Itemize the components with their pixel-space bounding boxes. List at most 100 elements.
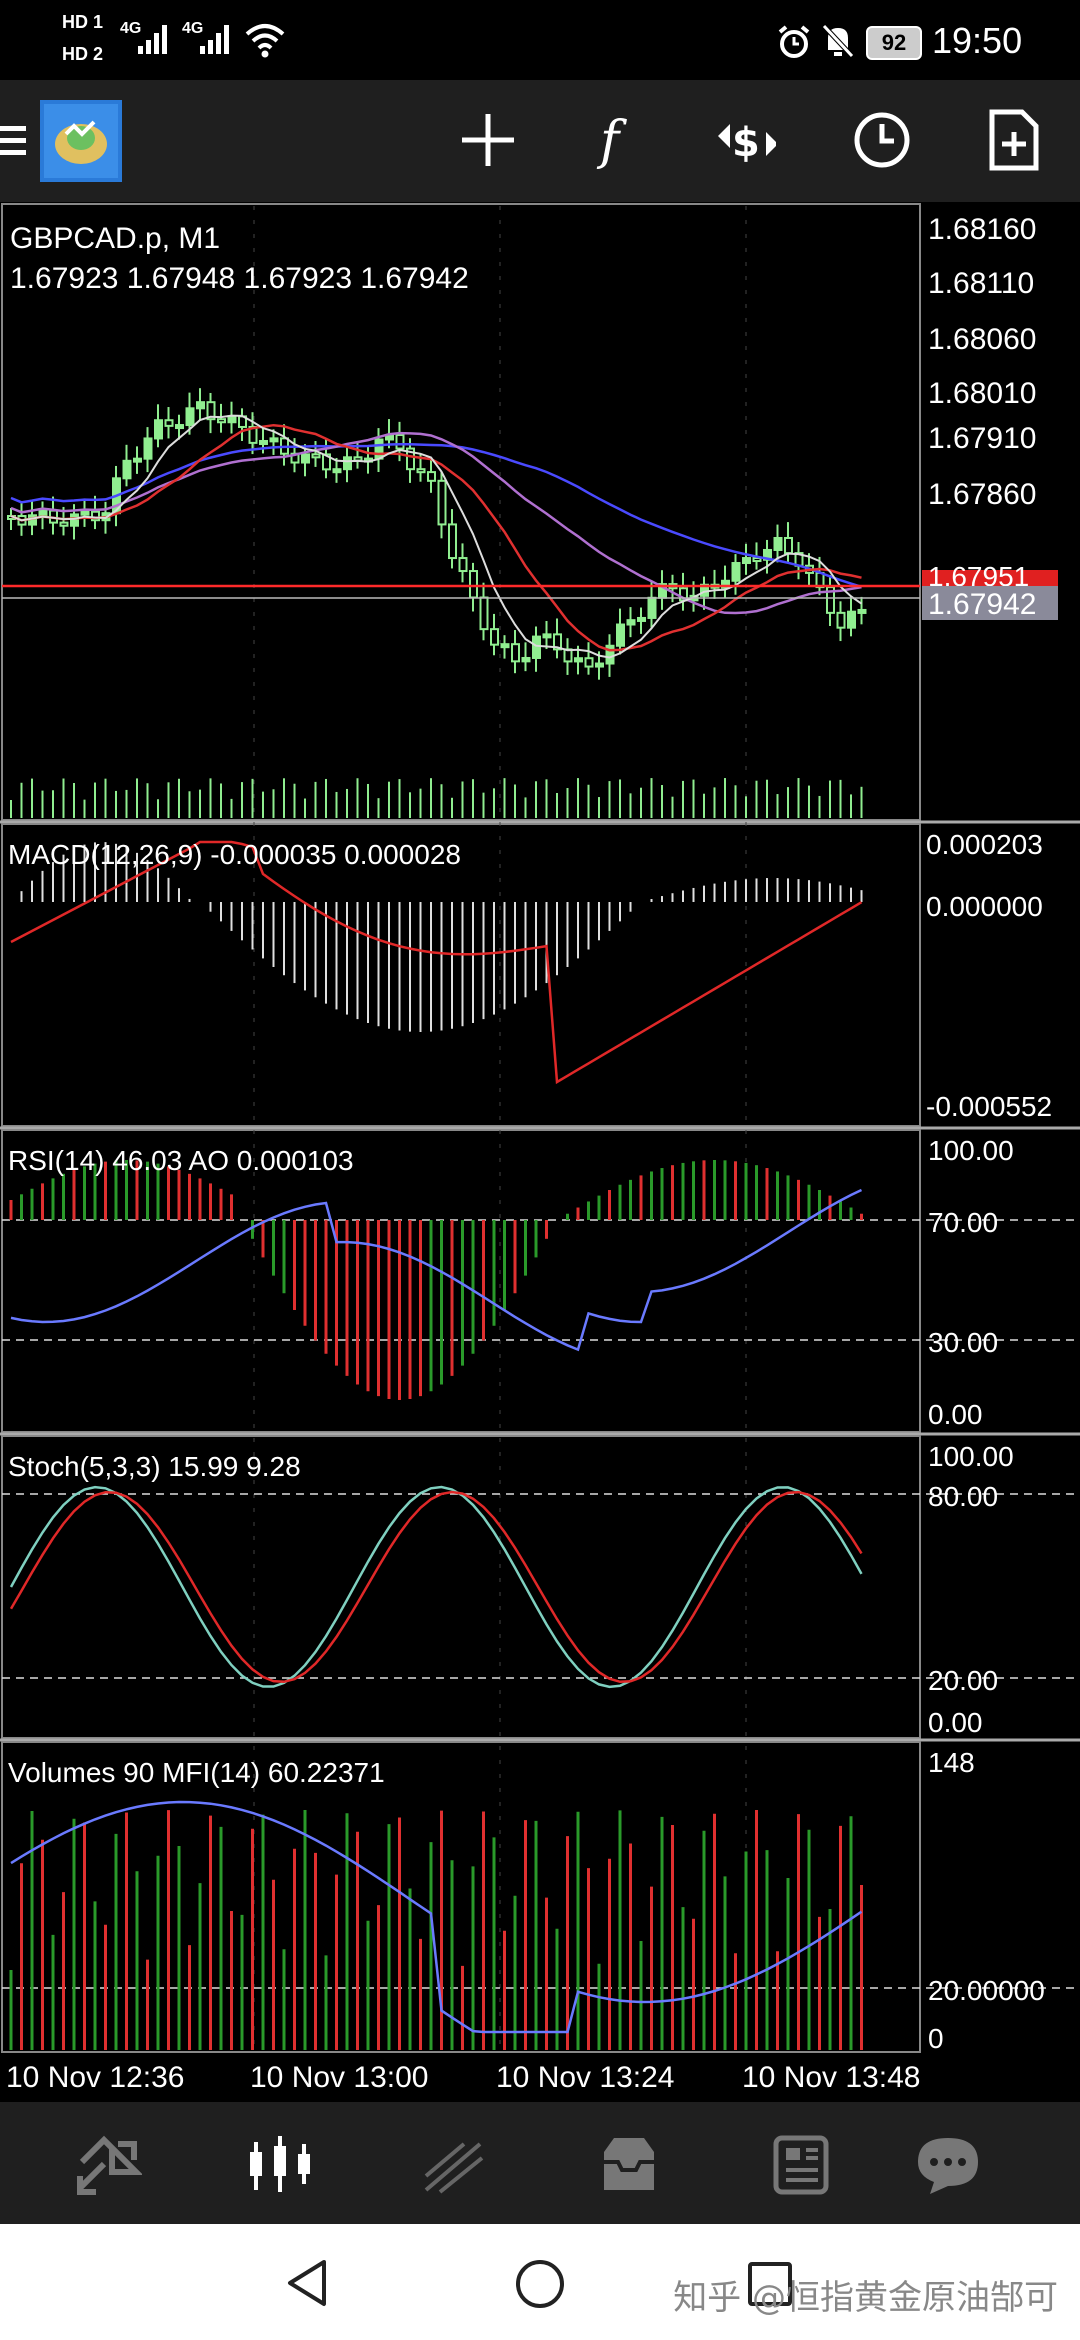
chart-canvas[interactable]: GBPCAD.p, M1 1.67923 1.67948 1.67923 1.6… [0, 202, 1080, 2102]
volumes-label: Volumes 90 MFI(14) 60.22371 [8, 1757, 385, 1788]
candle-body [164, 419, 174, 427]
candle-body [122, 459, 132, 480]
candle-body [469, 570, 478, 599]
rsi-line [10, 1188, 863, 1352]
app-logo-icon[interactable] [40, 100, 122, 182]
candle-body [511, 643, 520, 663]
battery-icon: 92 [866, 26, 922, 60]
messages-icon[interactable] [914, 2132, 984, 2196]
symbol-dollar-icon[interactable]: $ [712, 108, 776, 172]
candlesticks [7, 388, 867, 680]
candle-body [647, 596, 657, 619]
stoch-label: Stoch(5,3,3) 15.99 9.28 [8, 1451, 301, 1482]
main-panel-frame [1, 203, 921, 821]
candle-body [731, 562, 741, 582]
candle-body [217, 418, 226, 424]
candle-body [637, 616, 646, 622]
home-icon[interactable] [514, 2258, 566, 2310]
stoch-signal-line [9, 1490, 863, 1684]
template-add-icon[interactable] [982, 108, 1046, 172]
price-axis-label: 1.68060 [928, 323, 1036, 356]
ao-histogram [9, 1160, 863, 1400]
symbol-label: GBPCAD.p, M1 [10, 222, 220, 255]
candle-body [143, 437, 153, 460]
rsi-axis-70: 70.00 [928, 1207, 998, 1238]
bid-price-label: 1.67942 [928, 588, 1036, 621]
toolbar: f $ [0, 80, 1080, 202]
candle-body [847, 610, 856, 629]
candle-body [227, 415, 237, 424]
macd-signal-line [10, 840, 863, 1085]
timeframe-clock-icon[interactable] [850, 108, 914, 172]
stoch-axis-100: 100.00 [928, 1441, 1014, 1472]
price-axis-label: 1.68110 [928, 267, 1034, 300]
chart-icon[interactable] [244, 2132, 314, 2196]
ohlc-label: 1.67923 1.67948 1.67923 1.67942 [10, 262, 469, 295]
trade-icon[interactable] [420, 2132, 490, 2196]
tick-volume-bars [10, 778, 863, 818]
candle-body [301, 453, 310, 464]
alarm-icon [778, 25, 810, 58]
candle-body [311, 453, 321, 459]
candle-body [836, 611, 846, 629]
stoch-axis-20: 20.00 [928, 1665, 998, 1696]
candle-body [616, 623, 625, 647]
candle-body [742, 557, 751, 565]
stoch-main-line [9, 1485, 863, 1689]
candle-body [437, 479, 447, 526]
quotes-icon[interactable] [72, 2132, 142, 2196]
time-label: 10 Nov 12:36 [6, 2061, 184, 2094]
candle-body [532, 635, 541, 659]
candle-body [458, 557, 468, 573]
price-axis-label: 1.68010 [928, 377, 1036, 410]
history-icon[interactable] [594, 2132, 664, 2196]
mfi-axis-20: 20.00000 [928, 1975, 1045, 2006]
candle-body [427, 471, 436, 482]
macd-axis-bottom: -0.000552 [926, 1091, 1052, 1122]
candle-body [154, 419, 163, 440]
macd-label: MACD(12,26,9) -0.000035 0.000028 [8, 839, 461, 870]
volumes-axis-max: 148 [928, 1747, 975, 1778]
candle-body [563, 648, 573, 663]
candle-body [38, 509, 48, 517]
price-axis: 1.68160 1.68110 1.68060 1.68010 1.67910 1.678… [928, 213, 1036, 511]
signal-icon-2 [200, 25, 229, 54]
stoch-axis-0: 0.00 [928, 1707, 983, 1738]
volumes-axis-0: 0 [928, 2023, 944, 2054]
candle-body [752, 557, 762, 563]
signal-icon [138, 25, 167, 54]
candle-body [542, 633, 552, 639]
candle-body [773, 537, 783, 551]
candle-body [857, 608, 867, 614]
volume-bars [9, 1810, 863, 2050]
indicators-icon[interactable]: f [586, 108, 650, 172]
candle-body [185, 407, 195, 427]
candle-body [416, 468, 426, 474]
system-nav-bar: 知乎 @恒指黄金原油郜可 [0, 2224, 1080, 2340]
macd-axis-top: 0.000203 [926, 829, 1043, 860]
candle-body [490, 628, 499, 646]
candle-body [584, 657, 594, 668]
back-icon[interactable] [284, 2258, 332, 2308]
sim1-label: HD 1 [62, 12, 104, 32]
time-label: 10 Nov 13:24 [496, 2061, 674, 2094]
stoch-axis-80: 80.00 [928, 1481, 998, 1512]
mute-icon [822, 24, 854, 58]
macd-axis-zero: 0.000000 [926, 891, 1043, 922]
price-axis-label: 1.67910 [928, 422, 1036, 455]
rsi-label: RSI(14) 46.03 AO 0.000103 [8, 1145, 354, 1176]
candle-body [332, 468, 342, 474]
candle-body [500, 643, 510, 649]
chart-area[interactable]: GBPCAD.p, M1 1.67923 1.67948 1.67923 1.6… [0, 202, 1080, 2102]
time-label: 10 Nov 13:48 [742, 2061, 920, 2094]
mfi-line [10, 1800, 863, 2034]
watermark-text: 知乎 @恒指黄金原油郜可 [673, 2278, 1058, 2318]
crosshair-icon[interactable] [456, 108, 520, 172]
candle-body [196, 401, 205, 410]
news-icon[interactable] [766, 2132, 836, 2196]
rsi-axis-100: 100.00 [928, 1135, 1014, 1166]
wifi-icon [245, 24, 285, 58]
candle-body [574, 657, 583, 663]
menu-icon[interactable] [0, 108, 30, 172]
candle-body [626, 619, 636, 626]
